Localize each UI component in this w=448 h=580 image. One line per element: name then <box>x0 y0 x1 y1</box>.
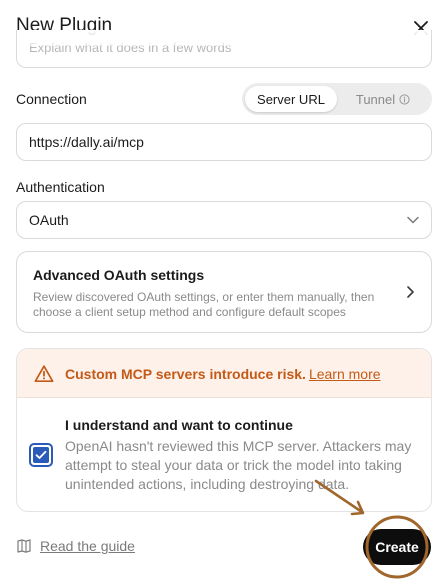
description-field[interactable]: Explain what it does in a few words <box>16 30 432 68</box>
create-button[interactable]: Create <box>363 529 431 565</box>
scroll-fade <box>17 30 431 46</box>
advanced-oauth-settings[interactable]: Advanced OAuth settings Review discovere… <box>16 251 432 333</box>
consent-description: OpenAI hasn't reviewed this MCP server. … <box>65 438 412 492</box>
read-guide-link[interactable]: Read the guide <box>16 538 135 554</box>
chevron-down-icon <box>407 216 419 224</box>
chevron-right-icon <box>407 286 414 298</box>
advanced-title: Advanced OAuth settings <box>33 267 205 283</box>
connection-label: Connection <box>16 91 87 107</box>
book-icon <box>17 539 31 553</box>
risk-warning-text: Custom MCP servers introduce risk. Learn … <box>65 366 381 382</box>
read-guide-text: Read the guide <box>40 538 135 554</box>
server-url-option[interactable]: Server URL <box>245 86 337 112</box>
server-url-input[interactable]: https://dally.ai/mcp <box>16 123 432 161</box>
risk-header: Custom MCP servers introduce risk. Learn … <box>17 349 431 398</box>
risk-notice: Custom MCP servers introduce risk. Learn … <box>16 348 432 512</box>
consent-checkbox[interactable] <box>29 443 53 467</box>
authentication-select[interactable]: OAuth <box>16 201 432 239</box>
authentication-label: Authentication <box>16 179 105 195</box>
info-icon <box>399 93 410 105</box>
connection-type-toggle: Server URL Tunnel <box>242 83 432 115</box>
check-icon <box>35 450 47 459</box>
tunnel-option[interactable]: Tunnel <box>337 86 429 112</box>
new-plugin-dialog: New Plugin Explain what it does in a few… <box>0 0 448 580</box>
warning-triangle-icon <box>34 365 54 383</box>
authentication-selected: OAuth <box>29 212 69 228</box>
risk-warning: Custom MCP servers introduce risk. <box>65 366 306 382</box>
server-url-value: https://dally.ai/mcp <box>29 134 144 150</box>
tunnel-label: Tunnel <box>355 91 396 107</box>
advanced-description: Review discovered OAuth settings, or ent… <box>33 290 375 319</box>
learn-more-link[interactable]: Learn more <box>309 366 381 382</box>
consent-title: I understand and want to continue <box>65 417 293 433</box>
server-url-label: Server URL <box>257 91 325 107</box>
checkbox-fill <box>33 447 49 463</box>
